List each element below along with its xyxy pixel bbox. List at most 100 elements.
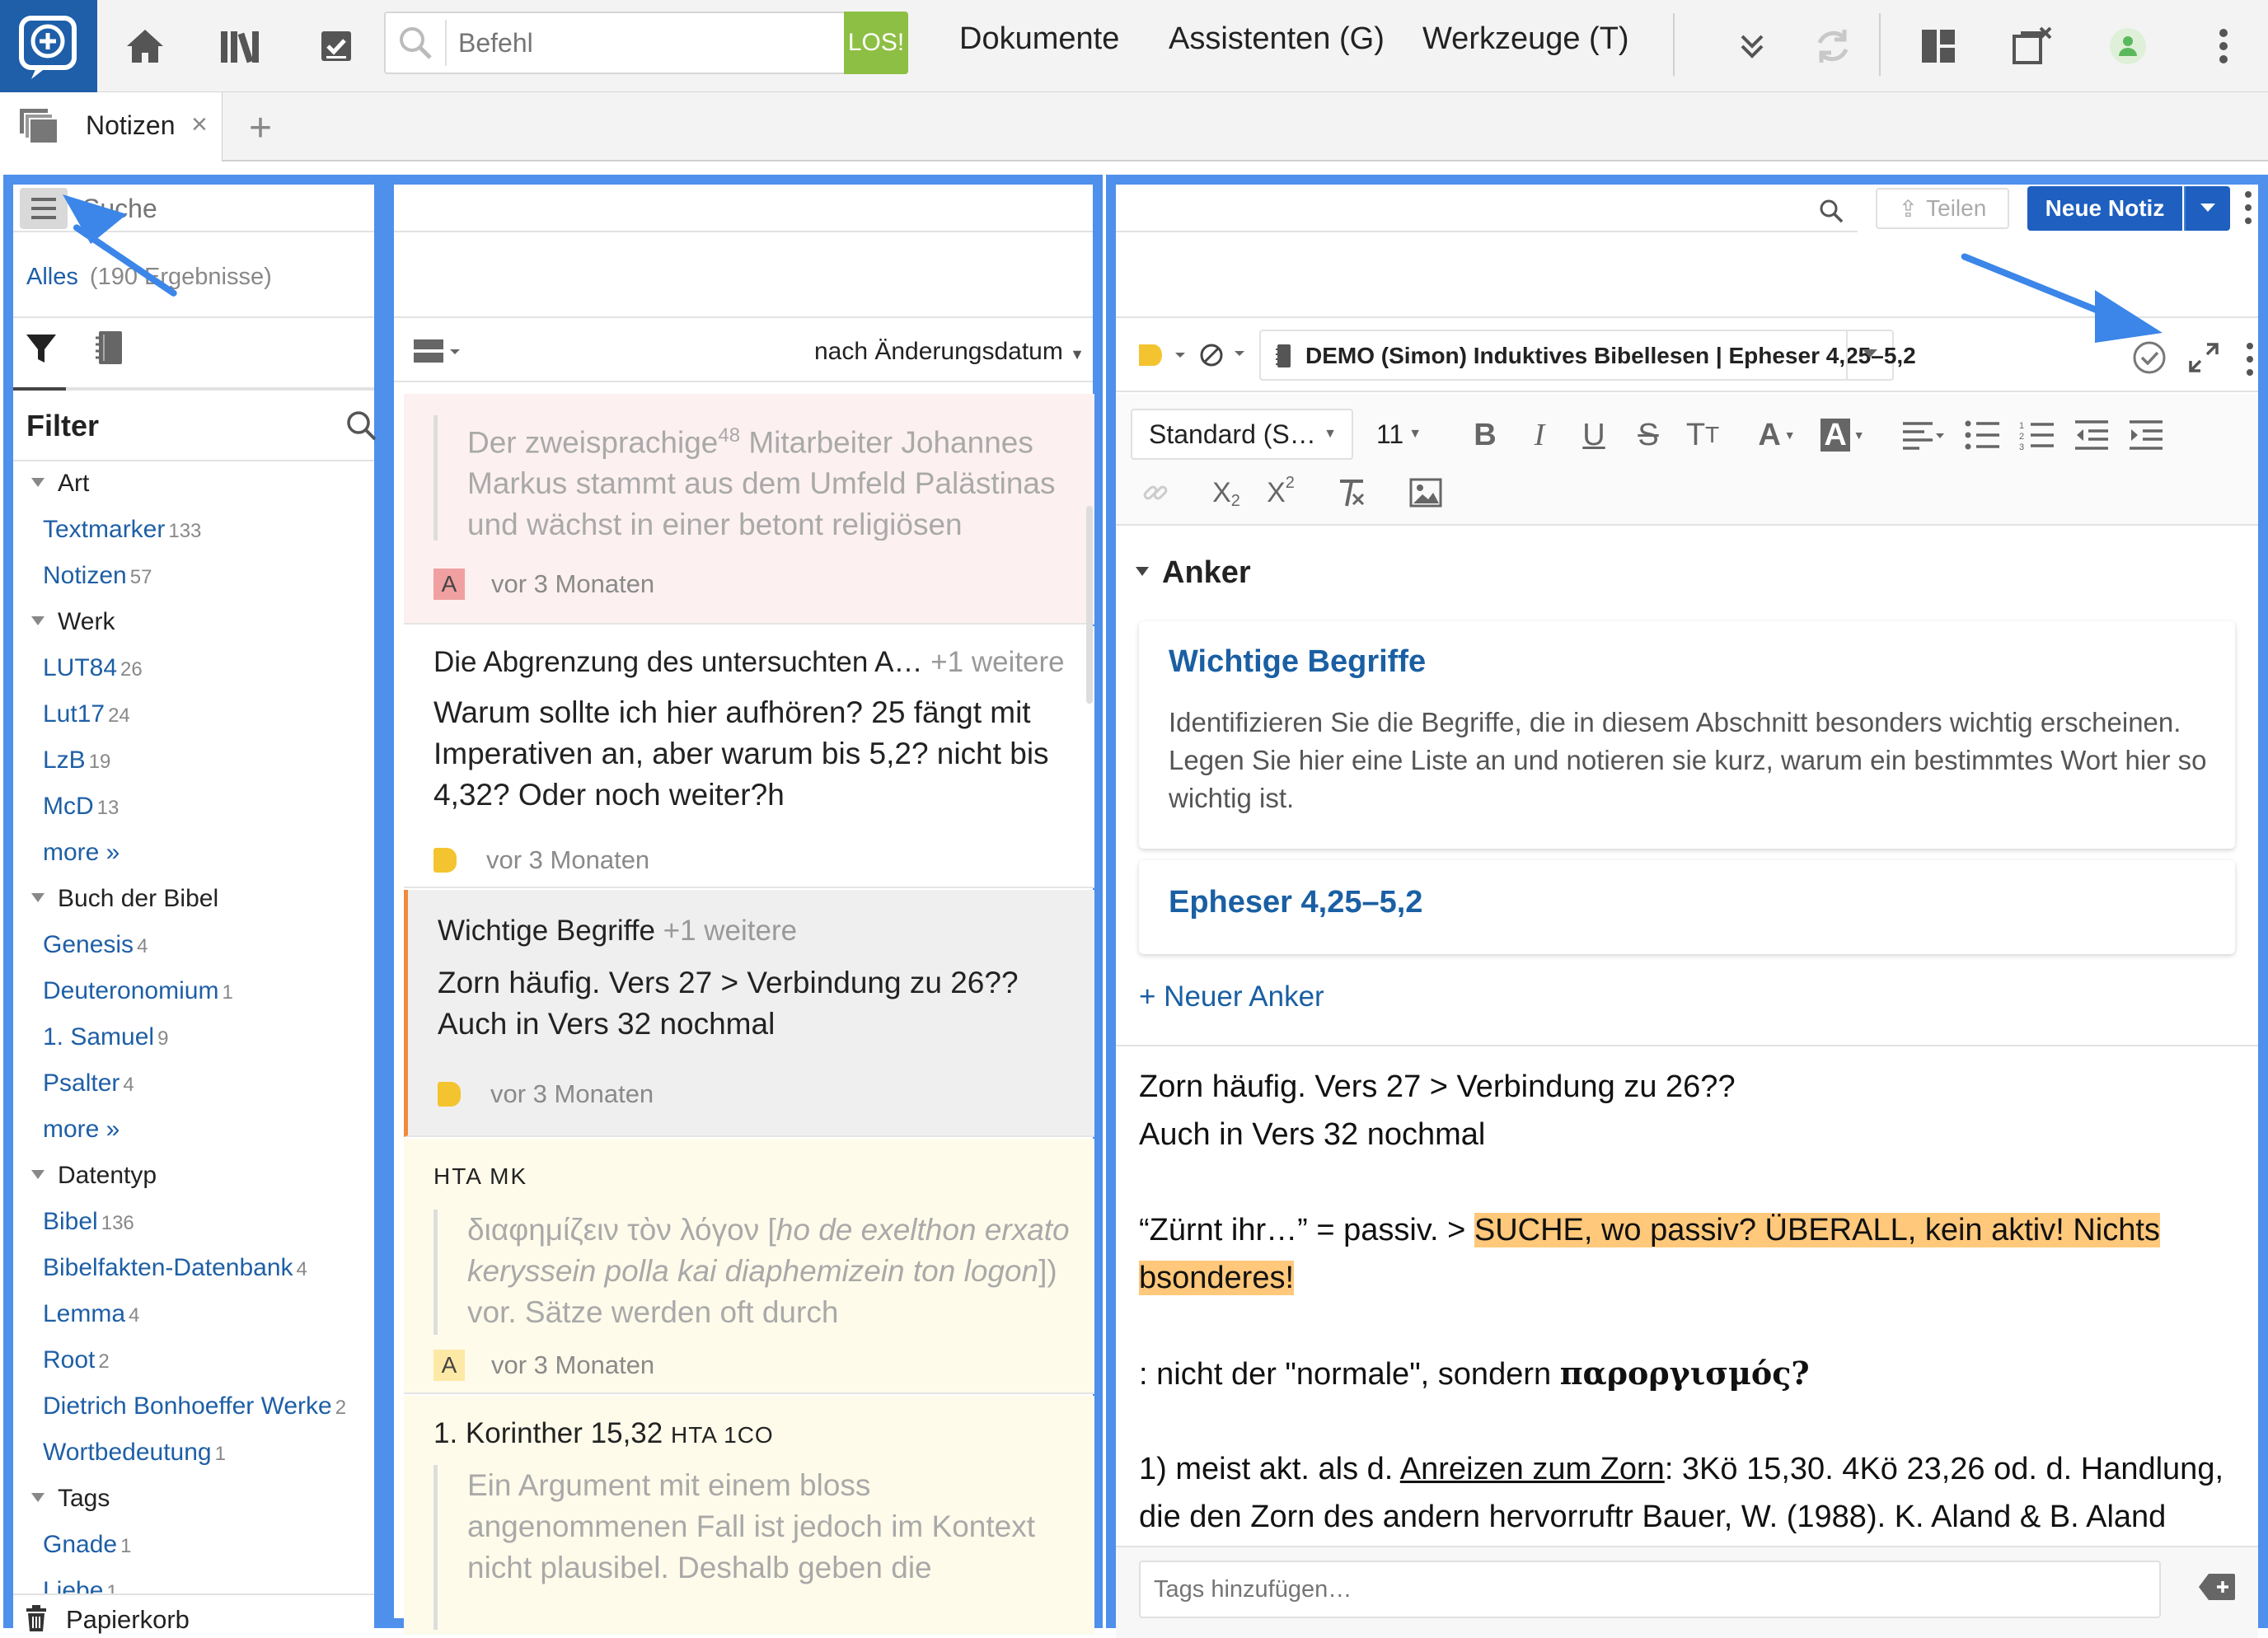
filter-item[interactable]: Lemma4 xyxy=(43,1300,139,1328)
home-icon[interactable] xyxy=(117,18,173,74)
superscript-icon[interactable]: X2 xyxy=(1256,470,1305,516)
font-color-icon[interactable]: A▼ xyxy=(1747,412,1806,458)
filter-more-link[interactable]: more » xyxy=(43,839,119,867)
anchor-card[interactable]: Wichtige Begriffe Identifizieren Sie die… xyxy=(1139,621,2235,849)
paragraph-style-select[interactable]: Standard (S…▼ xyxy=(1131,409,1353,460)
filter-item[interactable]: Notizen57 xyxy=(43,562,152,590)
filter-item[interactable]: Lut1724 xyxy=(43,700,130,728)
indent-icon[interactable] xyxy=(2121,412,2171,458)
new-anchor-link[interactable]: + Neuer Anker xyxy=(1139,980,1324,1013)
filter-group-datatype[interactable]: Datentyp xyxy=(31,1162,157,1190)
close-panels-icon[interactable] xyxy=(2004,18,2060,74)
note-list-item[interactable]: Die Abgrenzung des untersuchten A… +1 we… xyxy=(404,626,1094,888)
filter-item[interactable]: Dietrich Bonhoeffer Werke2 xyxy=(43,1392,346,1420)
anchor-card[interactable]: Epheser 4,25–5,2 xyxy=(1139,860,2235,954)
anchor-title: Wichtige Begriffe xyxy=(1169,644,1426,680)
new-note-button[interactable]: Neue Notiz xyxy=(2027,186,2182,231)
menu-assistants[interactable]: Assistenten (G) xyxy=(1169,21,1385,57)
editor-line: “Zürnt ihr…” = passiv. > SUCHE, wo passi… xyxy=(1139,1206,2260,1302)
command-input[interactable] xyxy=(450,13,829,73)
filter-item[interactable]: Gnade1 xyxy=(43,1531,131,1559)
tags-input[interactable] xyxy=(1139,1561,2161,1618)
filter-item[interactable]: Textmarker133 xyxy=(43,516,201,544)
filter-item[interactable]: Genesis4 xyxy=(43,931,148,959)
hamburger-menu-icon[interactable] xyxy=(20,188,68,229)
filter-item[interactable]: Root2 xyxy=(43,1346,110,1374)
bold-icon[interactable]: B xyxy=(1460,412,1510,458)
logos-logo-icon[interactable] xyxy=(0,0,97,92)
new-note-dropdown[interactable] xyxy=(2184,186,2230,231)
highlight-color-icon[interactable]: A▼ xyxy=(1813,412,1872,458)
list-scrollbar[interactable] xyxy=(1086,506,1093,704)
checklist-icon[interactable] xyxy=(308,18,364,74)
filter-item[interactable]: LUT8426 xyxy=(43,654,143,682)
outdent-icon[interactable] xyxy=(2067,412,2116,458)
link-icon[interactable] xyxy=(1131,470,1180,516)
underline-icon[interactable]: U xyxy=(1569,412,1619,458)
expand-icon[interactable] xyxy=(2187,341,2220,378)
note-list-item[interactable]: 1. Korinther 15,32 HTA 1CO Ein Argument … xyxy=(404,1396,1094,1635)
note-title: Die Abgrenzung des untersuchten A… +1 we… xyxy=(433,646,1065,679)
filter-group-art[interactable]: Art xyxy=(31,470,89,498)
no-symbol-icon[interactable] xyxy=(1198,341,1248,373)
caret-down-icon: ▼ xyxy=(1408,427,1422,442)
align-icon[interactable] xyxy=(1894,412,1953,458)
note-title: Wichtige Begriffe +1 weitere xyxy=(438,915,797,948)
layout-icon[interactable] xyxy=(1910,18,1966,74)
tab-notes[interactable]: Notizen × xyxy=(0,92,223,161)
menu-tools[interactable]: Werkzeuge (T) xyxy=(1422,21,1629,57)
image-icon[interactable] xyxy=(1401,470,1450,516)
notebook-icon[interactable] xyxy=(96,330,125,370)
font-size-select[interactable]: 11▼ xyxy=(1363,409,1439,460)
library-icon[interactable] xyxy=(213,18,269,74)
user-status-icon[interactable] xyxy=(2100,18,2156,74)
note-list-item-selected[interactable]: Wichtige Begriffe +1 weitere Zorn häufig… xyxy=(404,890,1094,1137)
italic-icon[interactable]: I xyxy=(1515,412,1564,458)
filter-item[interactable]: McD13 xyxy=(43,793,119,821)
search-icon[interactable] xyxy=(1818,198,1844,228)
bullet-list-icon[interactable] xyxy=(1958,412,2008,458)
numbered-list-icon[interactable]: 123 xyxy=(2013,412,2062,458)
view-mode-icon[interactable] xyxy=(414,338,463,370)
filter-item[interactable]: Psalter4 xyxy=(43,1069,134,1097)
sort-dropdown[interactable]: nach Änderungsdatum ▼ xyxy=(814,338,1085,366)
note-meta: vor 3 Monaten xyxy=(438,1079,654,1109)
filter-group-werk[interactable]: Werk xyxy=(31,608,115,636)
filter-item[interactable]: LzB19 xyxy=(43,746,110,775)
document-selector[interactable]: DEMO (Simon) Induktives Bibellesen | Eph… xyxy=(1259,330,1894,381)
double-chevron-down-icon[interactable] xyxy=(1724,18,1780,74)
more-vertical-icon[interactable] xyxy=(2245,341,2255,381)
document-label: DEMO (Simon) Induktives Bibellesen | Eph… xyxy=(1305,343,1916,369)
clear-format-icon[interactable] xyxy=(1327,470,1376,516)
more-vertical-icon[interactable] xyxy=(2195,18,2252,74)
note-list-item[interactable]: HTA MK διαφημίζειν τὸν λόγον [ho de exel… xyxy=(404,1139,1094,1394)
sync-icon[interactable] xyxy=(1805,18,1861,74)
share-button[interactable]: ⇪Teilen xyxy=(1876,188,2009,229)
close-tab-icon[interactable]: × xyxy=(191,109,208,141)
more-vertical-icon[interactable] xyxy=(2243,190,2253,230)
filter-funnel-icon[interactable] xyxy=(25,331,58,370)
anchor-section-heading[interactable]: Anker xyxy=(1136,555,1251,591)
filter-item[interactable]: Deuteronomium1 xyxy=(43,977,233,1005)
filter-item[interactable]: Bibel136 xyxy=(43,1208,134,1236)
filter-group-book[interactable]: Buch der Bibel xyxy=(31,885,218,913)
go-button[interactable]: LOS! xyxy=(844,12,908,74)
filter-item[interactable]: 1. Samuel9 xyxy=(43,1023,168,1051)
note-color-icon[interactable] xyxy=(1139,343,1188,372)
notebook-icon xyxy=(1276,344,1292,372)
filter-item[interactable]: Bibelfakten-Datenbank4 xyxy=(43,1254,307,1282)
filter-search-icon[interactable] xyxy=(344,409,377,446)
strikethrough-icon[interactable]: S xyxy=(1624,412,1673,458)
filter-group-tags[interactable]: Tags xyxy=(31,1485,110,1513)
all-results-link[interactable]: Alles xyxy=(26,264,78,290)
filter-item[interactable]: Wortbedeutung1 xyxy=(43,1439,226,1467)
add-tag-icon[interactable] xyxy=(2197,1572,2237,1606)
chevron-down-icon xyxy=(1861,346,1879,367)
add-tab-button[interactable]: + xyxy=(249,105,272,151)
subscript-icon[interactable]: X2 xyxy=(1202,470,1251,516)
text-size-icon[interactable]: TT xyxy=(1678,412,1727,458)
menu-documents[interactable]: Dokumente xyxy=(959,21,1119,57)
filter-more-link[interactable]: more » xyxy=(43,1116,119,1144)
note-list-item[interactable]: Der zweisprachige48 Mitarbeiter Johannes… xyxy=(404,394,1094,625)
trash-row[interactable]: Papierkorb xyxy=(13,1594,374,1638)
